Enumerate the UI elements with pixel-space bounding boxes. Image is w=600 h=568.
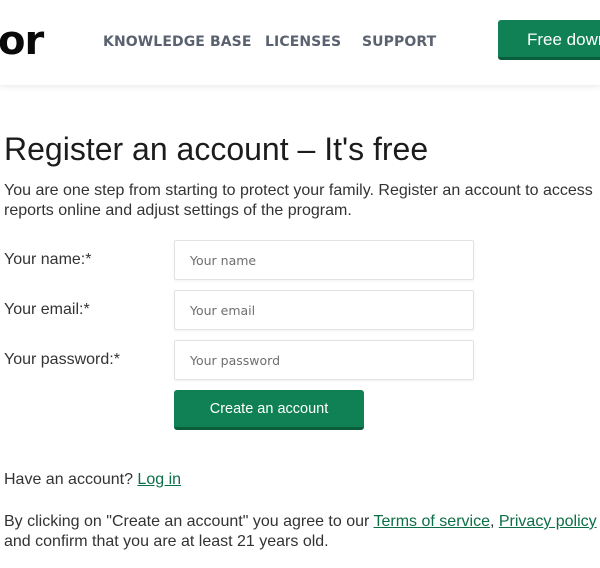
email-label: Your email:* — [4, 301, 90, 318]
terms-notice: By clicking on "Create an account" you a… — [4, 512, 600, 552]
name-input[interactable] — [174, 240, 474, 280]
privacy-policy-link[interactable]: Privacy policy — [499, 513, 597, 530]
have-account-text: Have an account? — [4, 471, 138, 488]
password-input[interactable] — [174, 340, 474, 380]
logo[interactable]: or — [0, 18, 44, 64]
intro-text: You are one step from starting to protec… — [4, 182, 593, 219]
page-title: Register an account – It's free — [4, 131, 429, 167]
login-link[interactable]: Log in — [137, 471, 181, 488]
terms-prefix: By clicking on "Create an account" you a… — [4, 513, 374, 530]
create-account-button[interactable]: Create an account — [174, 390, 364, 430]
terms-separator: , — [489, 513, 499, 530]
nav-knowledge-base[interactable]: KNOWLEDGE BASE — [103, 34, 252, 50]
name-label: Your name:* — [4, 251, 92, 268]
nav-licenses[interactable]: LICENSES — [265, 34, 341, 50]
site-header: or KNOWLEDGE BASE LICENSES SUPPORT Free … — [0, 0, 600, 85]
login-prompt: Have an account? Log in — [4, 471, 181, 489]
terms-of-service-link[interactable]: Terms of service — [374, 513, 490, 530]
password-label: Your password:* — [4, 351, 120, 368]
nav-support[interactable]: SUPPORT — [362, 34, 436, 50]
terms-line-2: and confirm that you are at least 21 yea… — [4, 533, 329, 550]
free-download-button[interactable]: Free download — [498, 20, 600, 60]
email-input[interactable] — [174, 290, 474, 330]
